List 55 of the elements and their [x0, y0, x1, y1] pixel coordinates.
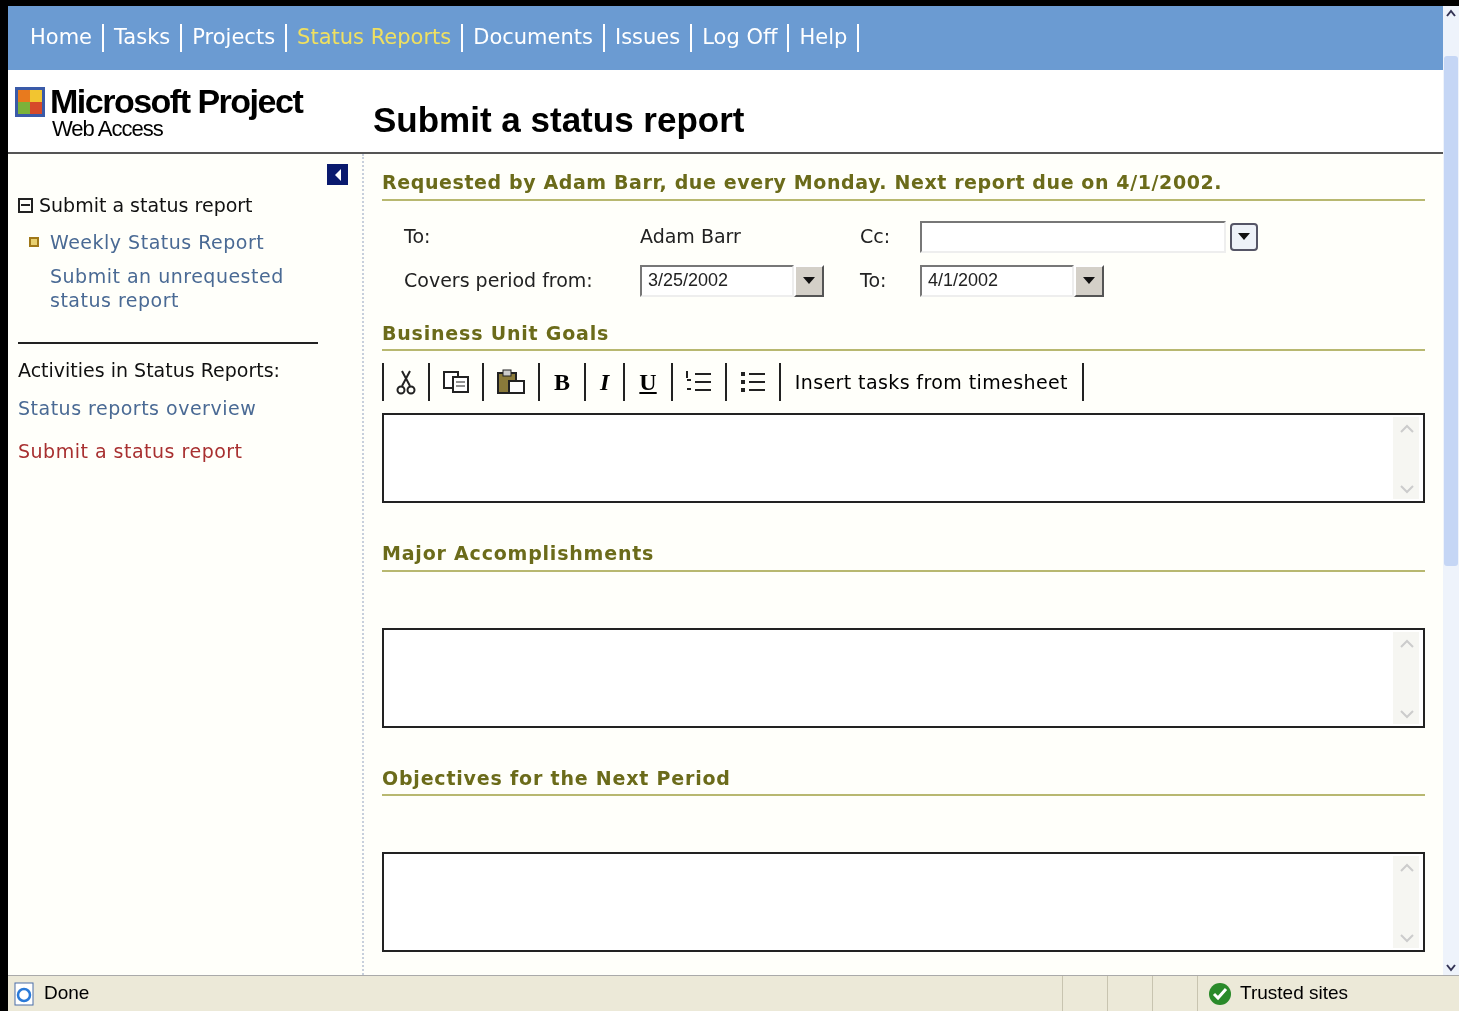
scissors-icon	[396, 369, 416, 395]
copy-icon	[442, 370, 470, 394]
nav-link[interactable]: Tasks	[104, 22, 181, 54]
sidebar-link[interactable]: Weekly Status Report	[50, 229, 310, 254]
logo-title: Microsoft Project	[50, 84, 303, 118]
collapse-toggle[interactable]	[18, 197, 33, 213]
section-heading: Business Unit Goals	[382, 318, 1425, 351]
logo-subtitle: Web Access	[51, 118, 164, 140]
dropdown-button[interactable]	[1230, 222, 1258, 251]
italic-button[interactable]: I	[586, 363, 624, 401]
request-info: Requested by Adam Barr, due every Monday. Next report due on 4/1/2002.	[382, 168, 1425, 201]
security-zone: Trusted sites	[1240, 981, 1349, 1006]
sidebar-link[interactable]: Submit an unrequested status report	[50, 263, 310, 312]
text-area[interactable]	[382, 627, 1425, 728]
activities-heading: Activities in Status Reports:	[18, 357, 281, 383]
bulleted-list-icon	[738, 369, 767, 395]
left-arrow-icon	[333, 168, 342, 181]
date-field[interactable]: 4/1/2002	[920, 264, 1074, 297]
nav-link[interactable]: Log Off	[692, 22, 788, 54]
page-title: Submit a status report	[372, 98, 745, 141]
activity-link[interactable]: Submit a status report	[18, 436, 348, 465]
tree-item[interactable]: Submit a status report	[39, 191, 253, 220]
text-area[interactable]	[382, 852, 1425, 952]
text-area[interactable]	[382, 413, 1425, 503]
underline-button[interactable]: U	[625, 363, 671, 401]
section-heading: Major Accomplishments	[382, 539, 1425, 572]
status-text: Done	[44, 981, 90, 1006]
scrollbar-track[interactable]	[1393, 417, 1419, 499]
nav-link[interactable]: Issues	[605, 22, 691, 54]
scrollbar[interactable]	[1443, 6, 1459, 975]
check-icon	[1208, 981, 1232, 1006]
collapse-button[interactable]	[327, 164, 348, 185]
scrollbar-track[interactable]	[1393, 856, 1419, 948]
date-field[interactable]: 3/25/2002	[640, 264, 794, 297]
field-label: To:	[404, 224, 432, 250]
nav-link[interactable]: Projects	[182, 22, 286, 54]
section-heading: Objectives for the Next Period	[382, 763, 1425, 796]
field-label: To:	[860, 268, 888, 294]
logo-icon	[14, 86, 46, 118]
caret-icon	[1083, 277, 1095, 284]
nav-link[interactable]: Documents	[463, 22, 603, 54]
paste-icon	[496, 369, 526, 395]
field-label: Covers period from:	[404, 268, 594, 294]
insert-tasks-button[interactable]: Insert tasks from timesheet	[780, 363, 1082, 401]
caret-icon	[1238, 233, 1250, 240]
nav-link[interactable]: Help	[789, 22, 858, 54]
caret-icon	[803, 277, 815, 284]
activity-link[interactable]: Status reports overview	[18, 394, 348, 423]
field-label: Cc:	[860, 224, 892, 250]
scroll-thumb[interactable]	[1444, 55, 1458, 566]
scrollbar-track[interactable]	[1393, 631, 1419, 724]
recipient-name: Adam Barr	[640, 224, 742, 250]
bold-button[interactable]: B	[540, 363, 584, 401]
nav-link[interactable]: Home	[20, 22, 102, 54]
cc-field[interactable]	[920, 220, 1226, 253]
